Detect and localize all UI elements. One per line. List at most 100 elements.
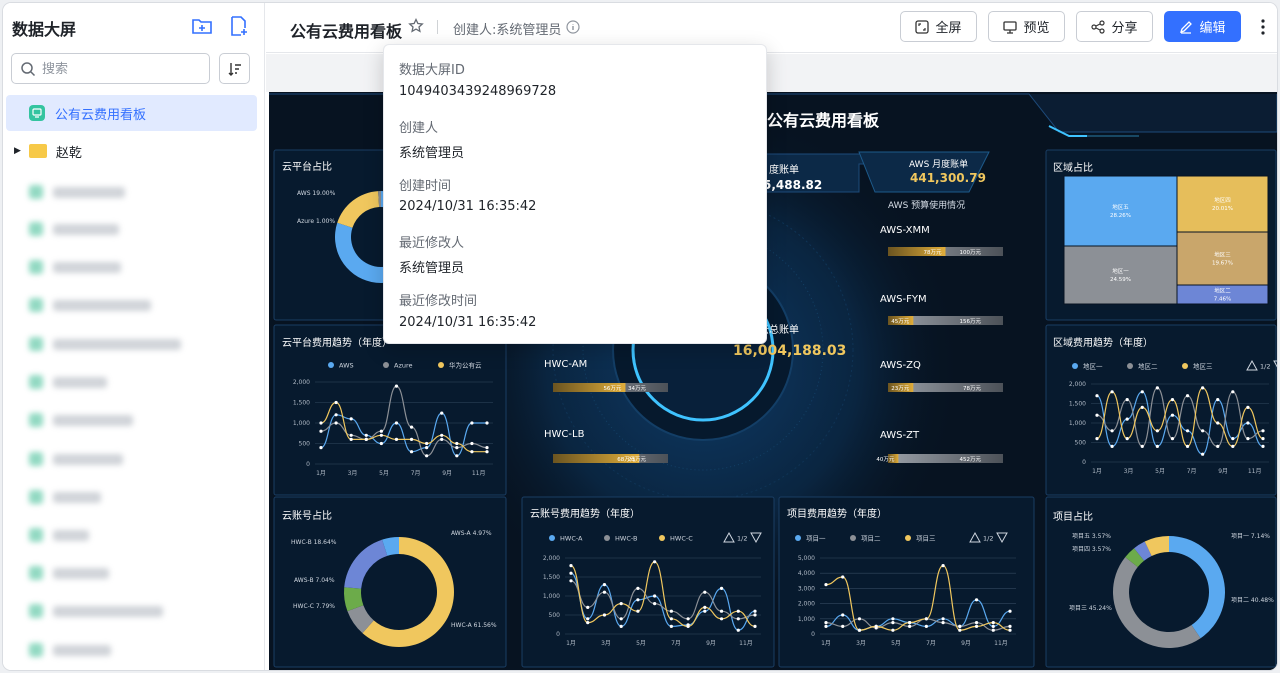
legend-dot — [383, 362, 389, 368]
data-point — [1170, 398, 1175, 402]
month-bill-label: 度账单 — [769, 165, 799, 176]
data-point — [719, 586, 724, 590]
slice-label: Azure 1.00% — [297, 218, 335, 225]
data-point — [1231, 390, 1235, 394]
list-item[interactable] — [29, 375, 107, 389]
legend-dot — [905, 535, 911, 541]
data-point — [1125, 398, 1129, 402]
budget-used-label: 45万元 — [891, 318, 909, 325]
sort-button[interactable] — [219, 53, 250, 84]
info-icon[interactable] — [566, 20, 580, 34]
tick-label: 1,500 — [543, 574, 560, 581]
data-point — [425, 454, 429, 458]
sidebar-item-folder[interactable]: ▶ 赵乾 — [6, 133, 257, 169]
tick-label: 7月 — [1187, 468, 1197, 475]
tick-label: 9月 — [442, 470, 452, 477]
new-file-icon[interactable] — [228, 15, 250, 37]
page-title: 公有云费用看板 — [290, 22, 403, 41]
data-point — [619, 602, 623, 606]
tick-label: 3月 — [601, 640, 611, 647]
list-item[interactable] — [29, 643, 111, 657]
data-point — [485, 421, 489, 425]
budget-total-label: 34万元 — [628, 385, 646, 392]
budget-label: AWS 预算使用情况 — [888, 201, 966, 211]
tick-label: 7月 — [411, 470, 421, 477]
new-folder-icon[interactable] — [191, 15, 213, 37]
list-item[interactable] — [29, 413, 133, 427]
field-label-id: 数据大屏ID — [399, 63, 465, 78]
list-item[interactable] — [29, 490, 101, 504]
data-point — [409, 437, 414, 441]
data-point — [1155, 429, 1159, 433]
list-item[interactable] — [29, 528, 89, 542]
data-point — [703, 609, 707, 613]
list-item[interactable] — [29, 222, 119, 236]
data-point — [908, 624, 912, 629]
data-point — [1008, 628, 1012, 632]
list-item[interactable] — [29, 185, 125, 199]
list-item[interactable] — [29, 604, 163, 618]
data-point — [841, 613, 845, 617]
preview-button[interactable]: 预览 — [988, 11, 1065, 42]
list-item[interactable] — [29, 260, 121, 274]
data-point — [924, 617, 928, 621]
data-point — [470, 421, 474, 425]
budget-name: HWC-AM — [544, 359, 588, 370]
data-point — [349, 437, 353, 441]
tick-label: 2,000 — [293, 379, 310, 386]
data-point — [703, 590, 707, 594]
list-item[interactable] — [29, 298, 151, 312]
tick-label: 1,000 — [798, 616, 815, 623]
budget-bar-track — [888, 454, 1003, 463]
data-point — [586, 621, 590, 625]
budget-total-label: 78万元 — [963, 385, 981, 392]
tick-label: 2,000 — [1069, 381, 1086, 388]
data-point — [440, 437, 444, 441]
data-point — [669, 609, 673, 613]
data-point — [653, 594, 657, 598]
tick-label: 500 — [549, 612, 561, 619]
data-point — [841, 624, 845, 629]
budget-total-label: 452万元 — [960, 456, 982, 463]
slice-label: HWC-C 7.79% — [293, 603, 335, 610]
legend-label: Azure — [394, 362, 413, 370]
data-point — [1261, 444, 1265, 448]
list-item[interactable] — [29, 566, 109, 580]
info-popover: 数据大屏ID 1049403439248969728 创建人 系统管理员 创建时… — [383, 44, 767, 344]
data-point — [364, 433, 368, 437]
legend-dot — [1182, 363, 1188, 369]
data-point — [703, 605, 707, 610]
data-point — [991, 621, 995, 625]
data-point — [974, 621, 979, 625]
panel-title-region-share: 区域占比 — [1053, 163, 1093, 174]
data-point — [1170, 437, 1175, 441]
treemap-label: 地区二 — [1214, 287, 1231, 295]
field-label-created-time: 创建时间 — [399, 179, 452, 194]
star-icon[interactable] — [408, 18, 424, 34]
slice-label: HWC-A 61.56% — [451, 622, 497, 629]
data-point — [379, 429, 383, 433]
sidebar-item-dashboard[interactable]: 公有云费用看板 — [6, 95, 257, 131]
tick-label: 500 — [1075, 440, 1087, 447]
data-point — [1140, 444, 1144, 448]
legend-label: 项目三 — [916, 535, 936, 543]
data-point — [1125, 417, 1129, 421]
folder-icon — [28, 144, 47, 158]
more-icon[interactable] — [1258, 17, 1268, 37]
caret-right-icon[interactable]: ▶ — [14, 146, 21, 156]
tick-label: 9月 — [1218, 468, 1228, 475]
field-value-modified-time: 2024/10/31 16:35:42 — [399, 315, 537, 330]
data-point — [409, 425, 414, 429]
list-item[interactable] — [29, 337, 181, 351]
share-button[interactable]: 分享 — [1076, 11, 1153, 42]
fullscreen-button[interactable]: 全屏 — [900, 11, 977, 42]
data-point — [602, 590, 607, 594]
search-input[interactable] — [42, 59, 202, 79]
treemap-value: 19.67% — [1212, 261, 1233, 267]
treemap-value: 20.01% — [1212, 206, 1233, 212]
list-item[interactable] — [29, 452, 123, 466]
edit-button[interactable]: 编辑 — [1164, 11, 1241, 42]
tick-label: 5,000 — [798, 555, 815, 562]
fullscreen-label: 全屏 — [935, 21, 962, 36]
tick-label: 9月 — [961, 640, 971, 647]
